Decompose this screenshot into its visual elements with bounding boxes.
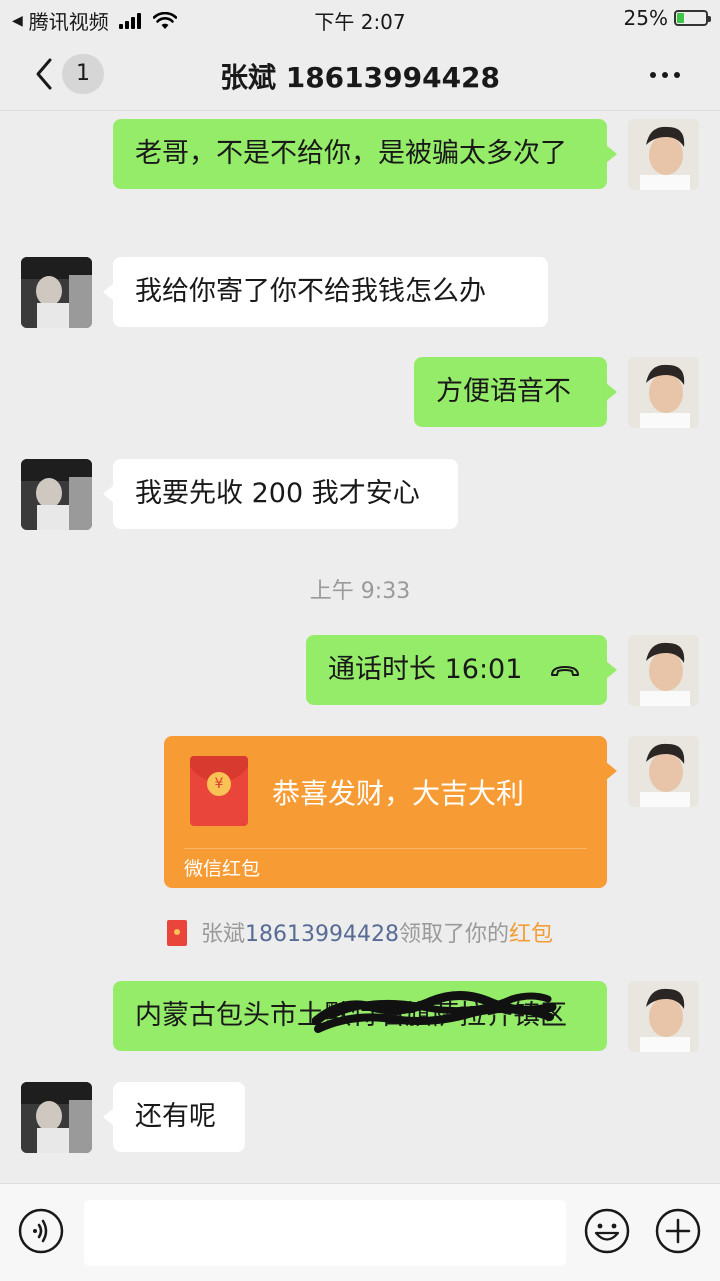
small-red-envelope-icon xyxy=(166,920,187,946)
notice-middle-text: 领取了你的 xyxy=(398,922,509,947)
message-bubble[interactable]: 老哥，不是不给你，是被骗太多次了 xyxy=(113,119,617,189)
more-options-icon[interactable] xyxy=(650,72,680,78)
contact-avatar[interactable] xyxy=(21,459,92,530)
my-avatar[interactable] xyxy=(628,736,699,807)
battery-percent: 25% xyxy=(623,6,668,30)
notice-contact-name: 张斌 xyxy=(200,922,245,947)
my-avatar[interactable] xyxy=(628,357,699,428)
message-bubble[interactable]: 我给你寄了你不给我钱怎么办 xyxy=(103,257,548,327)
red-packet-title: 恭喜发财，大吉大利 xyxy=(272,777,525,810)
message-bubble[interactable]: 我要先收 200 我才安心 xyxy=(103,459,458,529)
contact-avatar[interactable] xyxy=(21,1082,92,1153)
message-timestamp: 上午 9:33 xyxy=(309,579,411,604)
status-time: 下午 2:07 xyxy=(314,10,406,34)
message-text: 方便语音不 xyxy=(436,376,571,407)
message-text: 老哥，不是不给你，是被骗太多次了 xyxy=(135,138,567,169)
message-text: 我给你寄了你不给我钱怎么办 xyxy=(135,276,486,307)
message-bubble[interactable]: 内蒙古包头市土默特右旗萨拉齐镇区 xyxy=(113,981,607,1051)
more-functions-plus-icon[interactable] xyxy=(655,1208,701,1254)
phone-hangup-icon xyxy=(551,665,579,676)
red-packet-footer: 微信红包 xyxy=(184,858,261,880)
notice-phone[interactable]: 18613994428 xyxy=(245,922,399,947)
red-packet-message[interactable]: ¥ 恭喜发财，大吉大利 微信红包 xyxy=(164,736,617,888)
chat-input-bar xyxy=(0,1183,720,1281)
call-record-bubble[interactable]: 通话时长 16:01 xyxy=(306,635,617,705)
chat-header: 1 张斌 18613994428 xyxy=(0,38,720,111)
red-packet-received-notice: 张斌18613994428领取了你的红包 xyxy=(0,916,720,948)
message-bubble[interactable]: 还有呢 xyxy=(103,1082,245,1152)
message-input[interactable] xyxy=(84,1200,566,1266)
message-text: 还有呢 xyxy=(135,1101,216,1132)
notice-red-packet-link[interactable]: 红包 xyxy=(509,922,553,947)
chat-title: 张斌 18613994428 xyxy=(219,61,501,94)
my-avatar[interactable] xyxy=(628,119,699,190)
call-duration-text: 通话时长 16:01 xyxy=(328,654,523,685)
voice-input-icon[interactable] xyxy=(18,1208,64,1254)
status-bar: ◀ 腾讯视频 下午 2:07 25% xyxy=(0,0,720,38)
battery-icon xyxy=(674,10,711,26)
emoji-icon[interactable] xyxy=(584,1208,630,1254)
contact-avatar[interactable] xyxy=(21,257,92,328)
my-avatar[interactable] xyxy=(628,635,699,706)
red-packet-divider xyxy=(184,848,587,849)
chat-messages[interactable]: 老哥，不是不给你，是被骗太多次了 我给你寄了你不给我钱怎么办 方便语音不 我要先… xyxy=(0,111,720,1183)
my-avatar[interactable] xyxy=(628,981,699,1052)
status-right: 25% xyxy=(623,6,711,30)
red-envelope-icon: ¥ xyxy=(190,756,248,826)
message-text: 内蒙古包头市土默特右旗萨拉齐镇区 xyxy=(135,1000,567,1031)
message-bubble[interactable]: 方便语音不 xyxy=(414,357,617,427)
message-text: 我要先收 200 我才安心 xyxy=(135,478,420,509)
